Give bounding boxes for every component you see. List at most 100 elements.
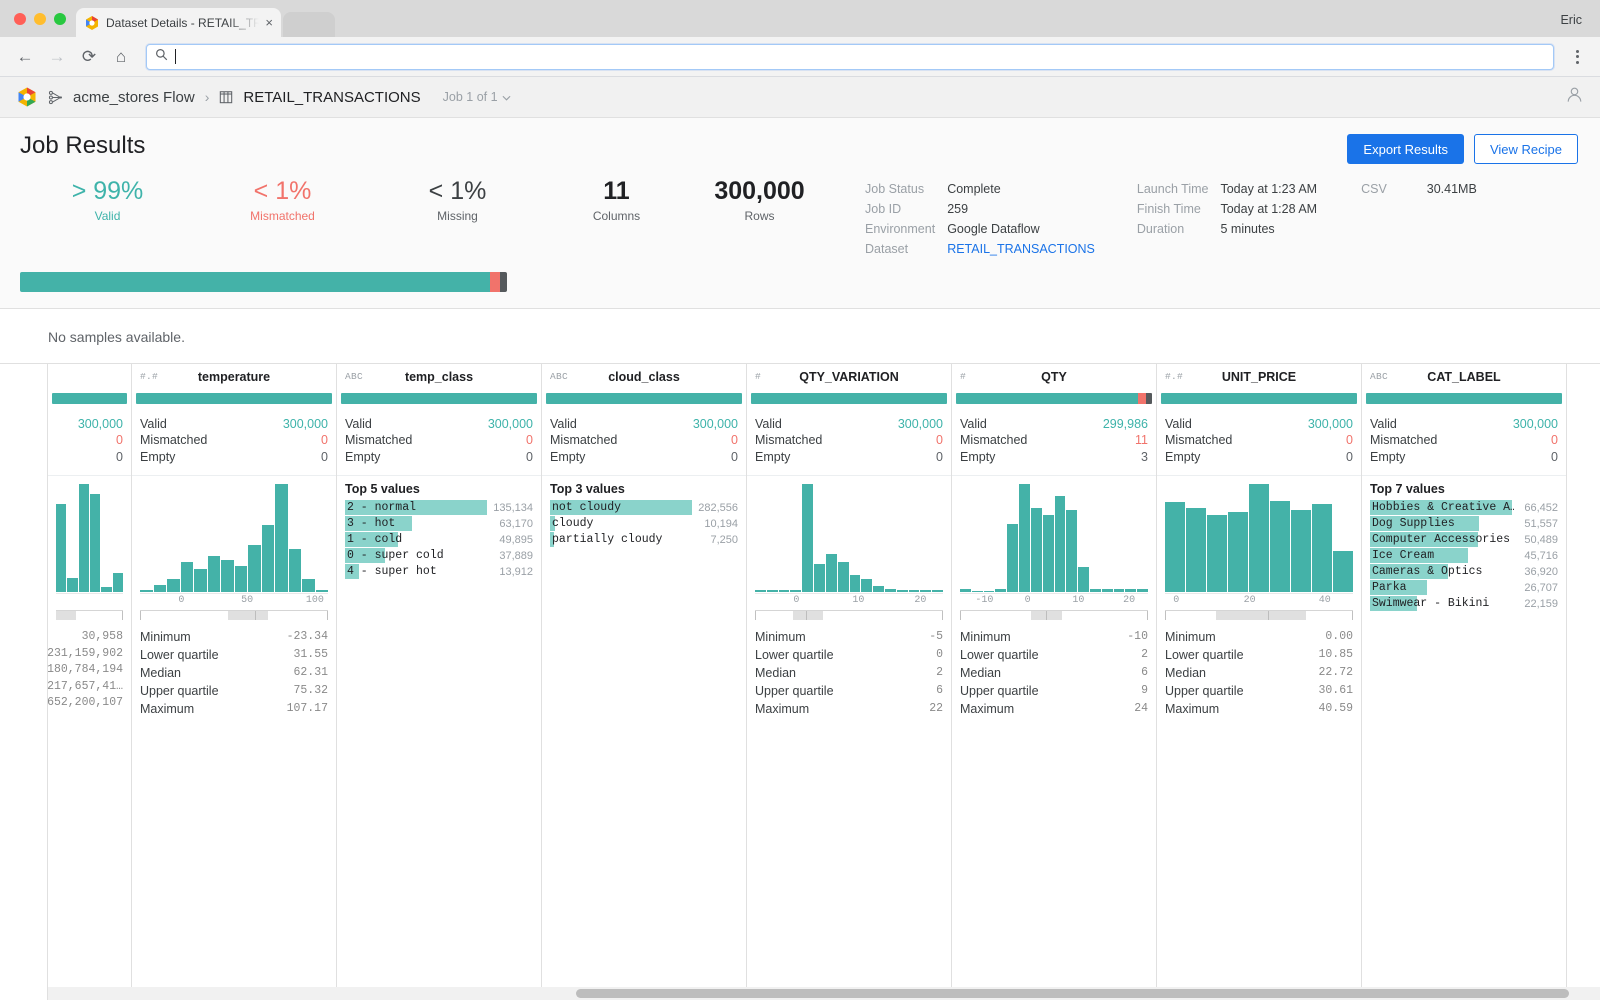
histogram-bar: [932, 590, 943, 593]
maximize-window-button[interactable]: [54, 13, 66, 25]
app-logo-icon[interactable]: [16, 86, 38, 108]
quality-segment-valid: [52, 392, 127, 404]
browser-profile-label[interactable]: Eric: [1560, 13, 1582, 27]
top-value-row[interactable]: 4 - super hot 13,912: [345, 564, 533, 580]
stat-columns-value: 11: [603, 177, 630, 205]
column-name-label: temp_class: [404, 369, 474, 384]
column-quality-bar[interactable]: [546, 392, 742, 404]
top-value-row[interactable]: Cameras & Optics 36,920: [1370, 564, 1558, 580]
statistic-value: 10.85: [1318, 648, 1353, 662]
count-value: 300,000: [1512, 416, 1558, 431]
user-avatar-icon[interactable]: [1565, 85, 1584, 109]
column-header[interactable]: # QTY: [952, 364, 1156, 391]
column-quality-bar[interactable]: [136, 392, 332, 404]
reload-icon[interactable]: ⟳: [74, 42, 104, 72]
top-value-row[interactable]: 1 - cold 49,895: [345, 532, 533, 548]
column-quality-bar[interactable]: [1161, 392, 1357, 404]
top-value-row[interactable]: partially cloudy 7,250: [550, 532, 738, 548]
histogram-bar: [1165, 501, 1185, 593]
column-header[interactable]: ABC CAT_LABEL: [1362, 364, 1566, 391]
column-quality-bar[interactable]: [52, 392, 127, 404]
count-label: Empty: [960, 449, 996, 464]
browser-tab[interactable]: Dataset Details - RETAIL_TRAN ×: [76, 8, 281, 37]
meta-value-dataset-link[interactable]: RETAIL_TRANSACTIONS: [947, 241, 1095, 258]
top-value-row[interactable]: 3 - hot 63,170: [345, 516, 533, 532]
column-histogram[interactable]: 0 50 100: [132, 476, 336, 607]
minimize-window-button[interactable]: [34, 13, 46, 25]
job-selector-dropdown[interactable]: Job 1 of 1: [443, 90, 511, 104]
new-tab-button[interactable]: [283, 12, 335, 37]
top-value-row[interactable]: cloudy 10,194: [550, 516, 738, 532]
top-value-row[interactable]: not cloudy 282,556: [550, 500, 738, 516]
count-label: Valid: [345, 416, 372, 431]
view-recipe-button[interactable]: View Recipe: [1473, 134, 1578, 164]
column-name-label: QTY_VARIATION: [799, 369, 899, 384]
statistic-row: 180,784,194: [47, 662, 123, 678]
range-min-tick: [755, 611, 756, 621]
top-value-row[interactable]: Computer Accessories 50,489: [1370, 532, 1558, 548]
statistic-row: Maximum 24: [960, 701, 1148, 719]
address-bar[interactable]: [146, 43, 1554, 70]
export-results-button[interactable]: Export Results: [1347, 134, 1464, 164]
summary-stats-row: > 99% Valid < 1% Mismatched < 1% Missing…: [20, 176, 1580, 258]
column-name-label: UNIT_PRICE: [1221, 369, 1297, 384]
statistic-label: Maximum: [755, 701, 810, 716]
top-value-row[interactable]: Hobbies & Creative A… 66,452: [1370, 500, 1558, 516]
column-histogram[interactable]: -10 0 10 20: [952, 476, 1156, 607]
scrollbar-thumb[interactable]: [575, 988, 1569, 998]
close-tab-button[interactable]: ×: [265, 16, 273, 29]
count-value: 0: [1346, 433, 1353, 448]
home-icon[interactable]: ⌂: [106, 42, 136, 72]
close-window-button[interactable]: [14, 13, 26, 25]
top-value-row[interactable]: 0 - super cold 37,889: [345, 548, 533, 564]
column-header[interactable]: ABC cloud_class: [542, 364, 746, 391]
stat-mismatched-value: < 1%: [253, 177, 312, 205]
statistic-row: Upper quartile 30.61: [1165, 683, 1353, 701]
column-header[interactable]: #.# UNIT_PRICE: [1157, 364, 1361, 391]
median-marker: [1046, 611, 1048, 621]
statistic-label: Upper quartile: [1165, 684, 1244, 698]
statistic-row: Lower quartile 31.55: [140, 647, 328, 665]
breadcrumb-flow-link[interactable]: acme_stores Flow: [73, 89, 195, 106]
column-header[interactable]: ABC temp_class: [337, 364, 541, 391]
column-counts: 300,000 0 0: [48, 404, 131, 477]
top-value-bar-wrapper: 0 - super cold: [345, 548, 487, 564]
histogram-bar: [221, 559, 234, 593]
column-header[interactable]: # QTY_VARIATION: [747, 364, 951, 391]
top-value-row[interactable]: Ice Cream 45,716: [1370, 548, 1558, 564]
back-icon[interactable]: ←: [10, 42, 40, 72]
browser-menu-icon[interactable]: [1564, 42, 1590, 72]
statistic-row: Median 22.72: [1165, 665, 1353, 683]
column-quality-bar[interactable]: [1366, 392, 1562, 404]
top-value-row[interactable]: Dog Supplies 51,557: [1370, 516, 1558, 532]
column-type-icon: ABC: [1370, 371, 1389, 382]
count-value: 0: [1551, 449, 1558, 464]
column-quality-bar[interactable]: [751, 392, 947, 404]
median-marker: [805, 611, 807, 621]
meta-key-finish-time: Finish Time: [1136, 201, 1201, 216]
column-header[interactable]: [48, 364, 131, 391]
histogram-bar: [1125, 588, 1137, 593]
column-histogram[interactable]: 0 20 40: [1157, 476, 1361, 607]
column-quality-bar[interactable]: [341, 392, 537, 404]
statistic-label: Median: [140, 666, 181, 681]
histogram-axis: [56, 593, 123, 607]
histogram-bar: [112, 572, 123, 593]
horizontal-scrollbar[interactable]: [48, 986, 1600, 1000]
statistic-value: 652,200,107: [47, 696, 123, 710]
top-value-row[interactable]: 2 - normal 135,134: [345, 500, 533, 516]
meta-value-duration: 5 minutes: [1220, 221, 1275, 236]
column-quality-bar[interactable]: [956, 392, 1152, 404]
column-histogram[interactable]: [48, 476, 131, 607]
column-histogram[interactable]: 0 10 20: [747, 476, 951, 607]
histogram-bar: [1019, 484, 1030, 593]
statistic-label: Lower quartile: [755, 648, 834, 663]
count-label: Empty: [345, 449, 381, 464]
stat-valid-label: Valid: [94, 208, 121, 223]
top-value-row[interactable]: Parka 26,707: [1370, 580, 1558, 596]
top-value-row[interactable]: Swimwear - Bikini 22,159: [1370, 596, 1558, 612]
column-header[interactable]: #.# temperature: [132, 364, 336, 391]
forward-icon[interactable]: →: [42, 42, 72, 72]
histogram-bar: [302, 579, 315, 593]
histogram-bar: [153, 584, 166, 593]
